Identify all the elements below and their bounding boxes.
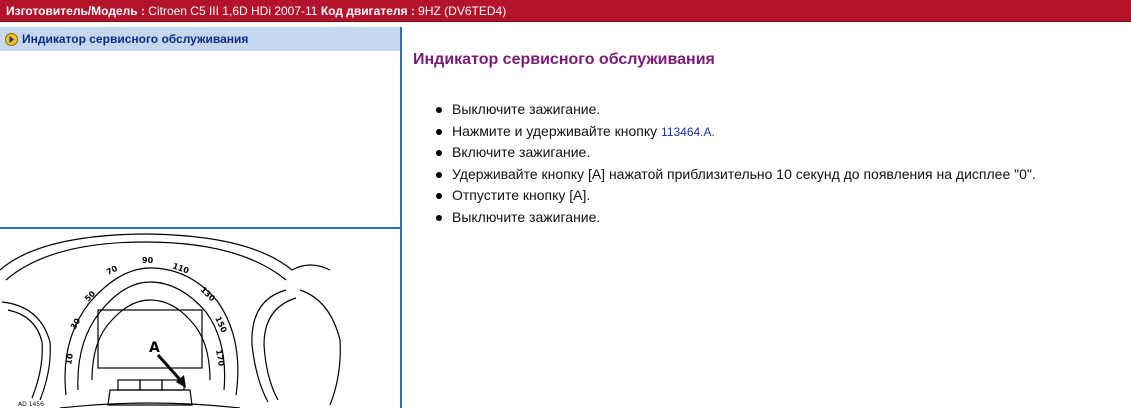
step-text: Удерживайте кнопку [A] нажатой приблизит… <box>452 165 1036 182</box>
page-title: Индикатор сервисного обслуживания <box>413 51 715 68</box>
engine-label: Код двигателя : <box>320 4 415 18</box>
instrument-cluster-diagram: 10 30 50 70 90 110 130 150 170 A AD 1456 <box>0 230 400 408</box>
tick-label: 90 <box>142 256 154 265</box>
reference-link[interactable]: 113464.A. <box>661 125 715 139</box>
step-text: Нажмите и удерживайте кнопку <box>452 122 662 139</box>
step-text: Включите зажигание. <box>452 144 591 160</box>
step-text: Выключите зажигание. <box>452 101 601 117</box>
content-pane: Индикатор сервисного обслуживания Выключ… <box>402 27 1131 408</box>
tick-label: 150 <box>213 315 228 334</box>
list-item: Нажмите и удерживайте кнопку 113464.A. <box>433 121 1036 143</box>
figure-code: AD 1456 <box>18 401 44 408</box>
tick-label: 170 <box>214 349 226 367</box>
tick-label: 70 <box>105 264 119 277</box>
arrow-right-icon <box>5 33 18 46</box>
list-item: Выключите зажигание. <box>433 207 1036 229</box>
header-bar: Изготовитель/Модель : Citroen C5 III 1,6… <box>0 0 1131 22</box>
step-text: Выключите зажигание. <box>452 208 601 225</box>
step-text: Отпустите кнопку [A]. <box>452 187 591 203</box>
list-item: Отпустите кнопку [A]. <box>433 185 1036 207</box>
manufacturer-label: Изготовитель/Модель : <box>6 4 145 18</box>
callout-label: A <box>149 340 160 356</box>
left-pane: Индикатор сервисного обслуживания 10 30 … <box>0 27 402 408</box>
tick-label: 130 <box>199 285 217 303</box>
tick-label: 10 <box>64 352 75 365</box>
list-item: Включите зажигание. <box>433 142 1036 164</box>
manufacturer-value: Citroen C5 III 1,6D HDi 2007-11 <box>148 4 318 18</box>
toc-panel: Индикатор сервисного обслуживания <box>0 27 400 229</box>
tick-label: 30 <box>69 316 83 331</box>
cluster-illustration: 10 30 50 70 90 110 130 150 170 A AD 1456 <box>0 233 341 408</box>
list-item: Удерживайте кнопку [A] нажатой приблизит… <box>433 164 1036 186</box>
toc-item-label: Индикатор сервисного обслуживания <box>22 32 249 46</box>
tick-label: 50 <box>83 289 98 304</box>
list-item: Выключите зажигание. <box>433 99 1036 121</box>
callout-arrow-line <box>156 354 185 384</box>
engine-value: 9HZ (DV6TED4) <box>418 4 507 18</box>
steps-list: Выключите зажигание. Нажмите и удерживай… <box>433 99 1036 228</box>
toc-item-service-indicator[interactable]: Индикатор сервисного обслуживания <box>0 27 400 51</box>
